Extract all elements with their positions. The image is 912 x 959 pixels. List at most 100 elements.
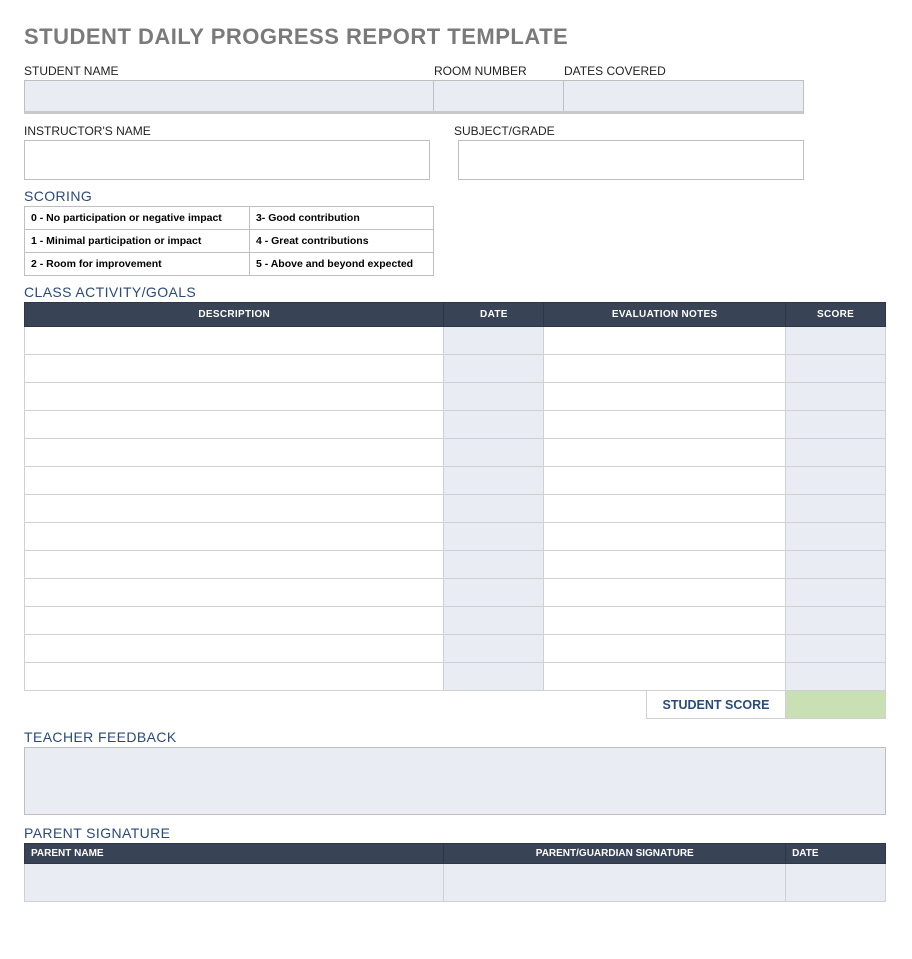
cell-evaluation[interactable] [544,467,786,495]
cell-date[interactable] [444,523,544,551]
cell-evaluation[interactable] [544,495,786,523]
instructor-name-field[interactable] [24,140,430,180]
cell-description[interactable] [25,635,444,663]
col-evaluation: EVALUATION NOTES [544,303,786,327]
table-row [25,439,886,467]
cell-description[interactable] [25,579,444,607]
cell-score[interactable] [786,495,886,523]
cell-evaluation[interactable] [544,607,786,635]
parent-table: PARENT NAME PARENT/GUARDIAN SIGNATURE DA… [24,843,886,902]
cell-date[interactable] [444,411,544,439]
cell-score[interactable] [786,551,886,579]
activity-table: DESCRIPTION DATE EVALUATION NOTES SCORE [24,302,886,691]
cell-date[interactable] [444,383,544,411]
cell-evaluation[interactable] [544,635,786,663]
scoring-cell: 1 - Minimal participation or impact [25,230,250,253]
col-parent-signature: PARENT/GUARDIAN SIGNATURE [444,844,786,864]
table-row [25,495,886,523]
table-row [25,383,886,411]
scoring-heading: SCORING [24,188,888,204]
cell-description[interactable] [25,467,444,495]
cell-evaluation[interactable] [544,411,786,439]
cell-description[interactable] [25,411,444,439]
parent-heading: PARENT SIGNATURE [24,825,888,841]
parent-name-field[interactable] [25,864,444,902]
table-row [25,467,886,495]
cell-description[interactable] [25,439,444,467]
cell-evaluation[interactable] [544,355,786,383]
subject-grade-label: SUBJECT/GRADE [454,124,804,138]
dates-covered-field[interactable] [564,81,803,111]
cell-description[interactable] [25,663,444,691]
scoring-cell: 3- Good contribution [249,207,433,230]
cell-description[interactable] [25,607,444,635]
cell-score[interactable] [786,635,886,663]
cell-date[interactable] [444,607,544,635]
cell-date[interactable] [444,355,544,383]
cell-description[interactable] [25,551,444,579]
scoring-cell: 2 - Room for improvement [25,253,250,276]
student-name-field[interactable] [25,81,434,111]
cell-evaluation[interactable] [544,663,786,691]
cell-date[interactable] [444,663,544,691]
col-date: DATE [444,303,544,327]
cell-description[interactable] [25,327,444,355]
cell-evaluation[interactable] [544,383,786,411]
student-score-value[interactable] [786,691,886,719]
student-score-label: STUDENT SCORE [646,691,786,719]
cell-evaluation[interactable] [544,439,786,467]
cell-evaluation[interactable] [544,523,786,551]
cell-description[interactable] [25,495,444,523]
activity-heading: CLASS ACTIVITY/GOALS [24,284,888,300]
cell-date[interactable] [444,327,544,355]
table-row [25,663,886,691]
cell-date[interactable] [444,467,544,495]
col-parent-date: DATE [786,844,886,864]
parent-signature-field[interactable] [444,864,786,902]
room-number-field[interactable] [434,81,564,111]
parent-date-field[interactable] [786,864,886,902]
scoring-cell: 0 - No participation or negative impact [25,207,250,230]
table-row [25,579,886,607]
cell-description[interactable] [25,383,444,411]
cell-score[interactable] [786,411,886,439]
cell-score[interactable] [786,663,886,691]
table-row [25,551,886,579]
cell-evaluation[interactable] [544,579,786,607]
cell-score[interactable] [786,439,886,467]
cell-date[interactable] [444,635,544,663]
col-parent-name: PARENT NAME [25,844,444,864]
cell-score[interactable] [786,327,886,355]
cell-score[interactable] [786,383,886,411]
table-row [25,607,886,635]
cell-score[interactable] [786,607,886,635]
cell-description[interactable] [25,355,444,383]
student-name-label: STUDENT NAME [24,64,434,78]
table-row [25,523,886,551]
cell-date[interactable] [444,551,544,579]
table-row [25,355,886,383]
cell-description[interactable] [25,523,444,551]
teacher-feedback-field[interactable] [24,747,886,815]
page-title: STUDENT DAILY PROGRESS REPORT TEMPLATE [24,24,888,50]
cell-score[interactable] [786,355,886,383]
table-row [25,411,886,439]
subject-grade-field[interactable] [458,140,804,180]
row1-fields [24,80,804,114]
col-score: SCORE [786,303,886,327]
cell-date[interactable] [444,439,544,467]
cell-score[interactable] [786,467,886,495]
instructor-name-label: INSTRUCTOR'S NAME [24,124,434,138]
room-number-label: ROOM NUMBER [434,64,564,78]
dates-covered-label: DATES COVERED [564,64,804,78]
scoring-table: 0 - No participation or negative impact … [24,206,434,276]
cell-date[interactable] [444,579,544,607]
cell-evaluation[interactable] [544,551,786,579]
cell-score[interactable] [786,579,886,607]
cell-date[interactable] [444,495,544,523]
table-row [25,327,886,355]
cell-score[interactable] [786,523,886,551]
scoring-cell: 4 - Great contributions [249,230,433,253]
cell-evaluation[interactable] [544,327,786,355]
col-description: DESCRIPTION [25,303,444,327]
